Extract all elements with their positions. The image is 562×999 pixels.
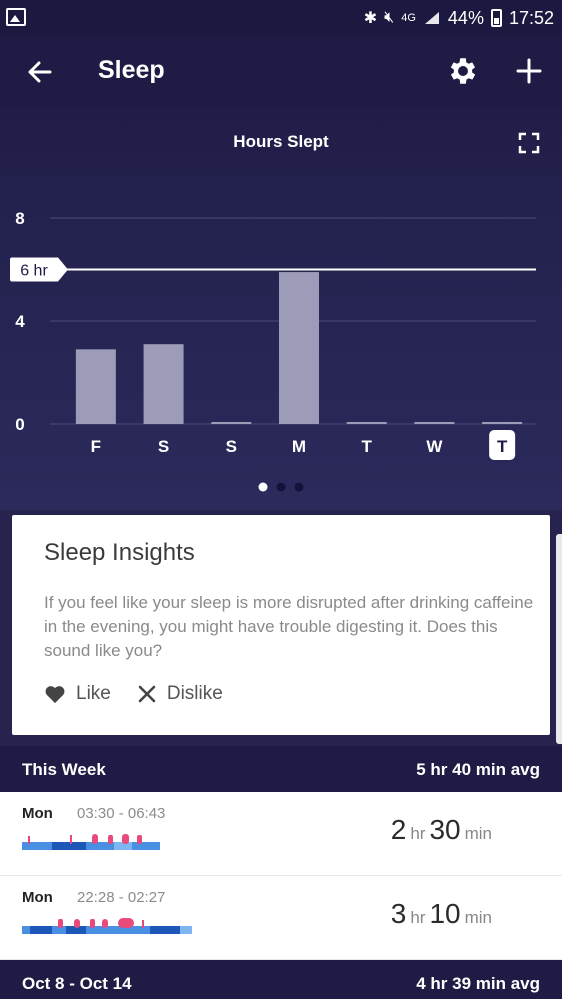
add-plus-icon[interactable] [512, 54, 546, 88]
log-day: Mon [22, 805, 53, 822]
x-tick-label: T [362, 437, 373, 456]
gallery-notification-icon [6, 8, 26, 26]
sleep-log-row[interactable]: Mon 03:30 - 06:43 2 hr 30 min [0, 792, 562, 876]
chart-bar [482, 422, 523, 424]
chart-bar [211, 422, 252, 424]
page-title: Sleep [98, 56, 165, 84]
status-indicators: ✱ 🔇︎ 4G 44% 17:52 [364, 6, 554, 30]
log-time-range: 22:28 - 02:27 [77, 889, 166, 906]
mute-icon: 🔇︎ [384, 9, 395, 26]
close-x-icon [138, 685, 156, 703]
log-time-range: 03:30 - 06:43 [77, 805, 166, 822]
back-arrow-icon[interactable] [22, 54, 58, 90]
y-tick-label: 0 [15, 415, 24, 434]
insights-actions: Like Dislike [44, 683, 249, 705]
chart-bar [143, 344, 184, 424]
chart-bar [279, 272, 319, 424]
sleep-log-row[interactable]: Mon 22:28 - 02:27 3 hr 10 min [0, 876, 562, 960]
sleep-stages-bar [22, 834, 160, 850]
scroll-indicator[interactable] [556, 534, 562, 744]
settings-gear-icon[interactable] [446, 54, 480, 88]
this-week-avg: 5 hr 40 min avg [416, 760, 540, 779]
log-duration: 2 hr 30 min [390, 814, 492, 845]
battery-percent: 44% [447, 7, 484, 28]
chart-title: Hours Slept [233, 132, 329, 151]
log-day: Mon [22, 889, 53, 906]
heart-icon [45, 686, 65, 704]
pager-dot [294, 482, 304, 492]
y-tick-label: 8 [15, 209, 24, 228]
sleep-insights-card: Sleep Insights If you feel like your sle… [12, 515, 550, 735]
fullscreen-expand-icon[interactable] [518, 132, 540, 154]
dislike-button[interactable]: Dislike [137, 683, 223, 705]
chart-bar [346, 422, 387, 424]
chart-bar [75, 349, 116, 424]
insights-title: Sleep Insights [44, 539, 195, 566]
x-tick-label: S [226, 437, 237, 456]
goal-label: 6 hr [20, 263, 48, 280]
sleep-chart: 0 4 8 F S S M T W T 6 hr Hours Slept [0, 108, 562, 510]
bluetooth-icon: ✱ [363, 10, 378, 27]
prev-week-avg: 4 hr 39 min avg [416, 974, 540, 993]
like-button[interactable]: Like [44, 683, 111, 705]
signal-icon [424, 12, 439, 24]
log-duration: 3 hr 10 min [390, 898, 492, 929]
insights-body: If you feel like your sleep is more disr… [44, 593, 534, 660]
battery-icon [490, 9, 502, 27]
app-bar: Sleep [0, 36, 562, 108]
this-week-label: This Week [22, 760, 106, 779]
clock: 17:52 [508, 7, 554, 28]
y-tick-label: 4 [15, 312, 25, 331]
status-bar: ✱ 🔇︎ 4G 44% 17:52 [0, 0, 562, 36]
prev-week-label: Oct 8 - Oct 14 [22, 974, 132, 993]
dislike-label: Dislike [166, 683, 223, 704]
network-type: 4G [401, 12, 416, 24]
pager-dot [276, 482, 286, 492]
pager-dot [258, 482, 268, 492]
x-tick-label: S [158, 437, 169, 456]
like-label: Like [76, 683, 111, 704]
x-tick-label: W [426, 437, 443, 456]
this-week-header: This Week 5 hr 40 min avg [0, 746, 562, 792]
prev-week-header: Oct 8 - Oct 14 4 hr 39 min avg [0, 960, 562, 999]
x-tick-label: F [91, 437, 101, 456]
x-tick-label: M [292, 437, 306, 456]
sleep-chart-svg: 0 4 8 F S S M T W T 6 hr [10, 209, 536, 492]
x-tick-label: T [497, 437, 508, 456]
sleep-stages-bar [22, 918, 192, 934]
chart-bar [414, 422, 455, 424]
